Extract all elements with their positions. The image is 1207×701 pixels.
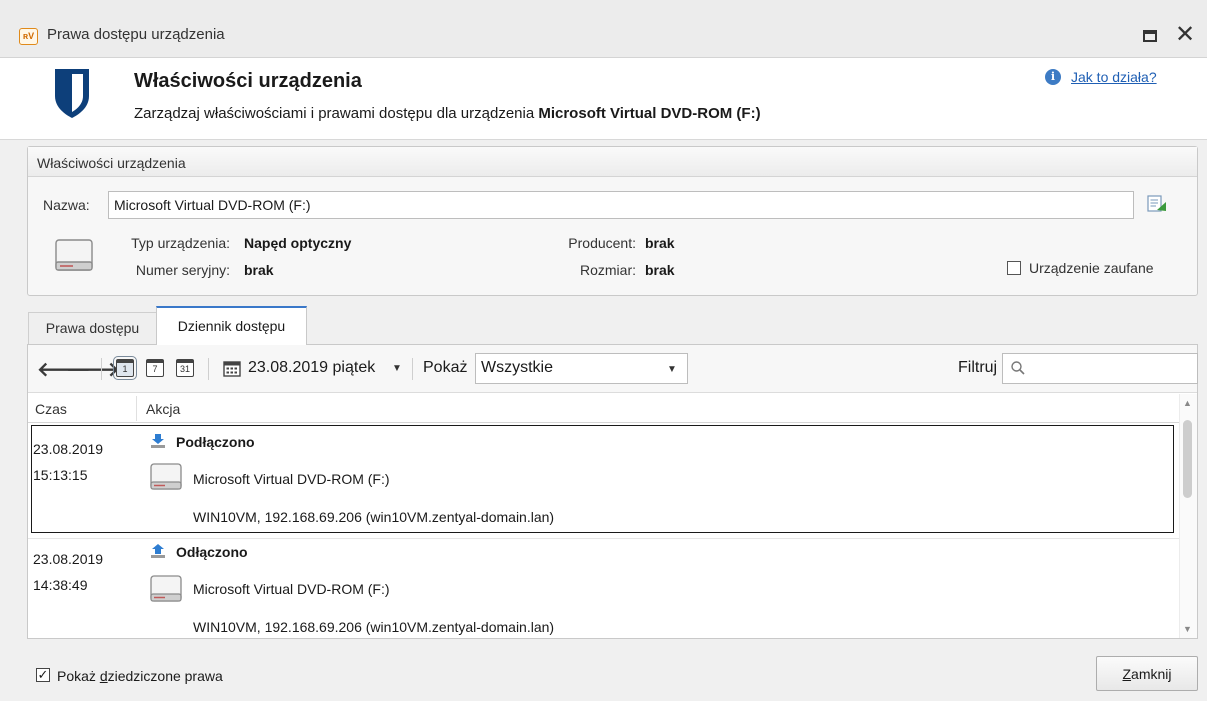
app-logo-icon: ʀV (19, 28, 38, 45)
date-picker-value[interactable]: 23.08.2019 piątek (248, 359, 375, 377)
tab-access-log[interactable]: Dziennik dostępu (156, 306, 307, 345)
chevron-down-icon[interactable]: ▼ (667, 364, 677, 375)
close-button[interactable]: Zamknij (1096, 656, 1198, 691)
row-host: WIN10VM, 192.168.69.206 (win10VM.zentyal… (193, 509, 555, 525)
column-header-action[interactable]: Akcja (146, 401, 180, 417)
search-icon (1011, 361, 1025, 375)
week-view-icon[interactable]: 7 (146, 359, 164, 377)
scrollbar-thumb[interactable] (1183, 420, 1192, 498)
show-inherited-checkbox[interactable]: ✓ (36, 668, 50, 682)
device-type-value: Napęd optyczny (244, 235, 352, 251)
row-date: 23.08.2019 (33, 551, 104, 567)
trusted-device-checkbox[interactable] (1007, 261, 1021, 275)
show-filter-value[interactable]: Wszystkie (481, 359, 553, 377)
row-time: 15:13:15 (33, 467, 88, 483)
optical-drive-icon (150, 575, 182, 602)
rename-icon[interactable] (1146, 194, 1168, 214)
toolbar-separator (101, 358, 102, 380)
log-list-header (28, 394, 1179, 423)
name-label: Nazwa: (43, 197, 90, 213)
device-type-label: Typ urządzenia: (131, 235, 230, 251)
page-subtitle: Zarządzaj właściwościami i prawami dostę… (134, 105, 761, 122)
row-action: Podłączono (176, 434, 255, 450)
column-header-time[interactable]: Czas (35, 401, 67, 417)
group-title: Właściwości urządzenia (37, 155, 186, 171)
filter-label: Filtruj (958, 359, 998, 376)
window-title: Prawa dostępu urządzenia (47, 26, 225, 43)
row-device: Microsoft Virtual DVD-ROM (F:) (193, 471, 390, 487)
help-link[interactable]: Jak to działa? (1071, 69, 1157, 85)
calendar-icon[interactable] (223, 360, 241, 377)
row-device: Microsoft Virtual DVD-ROM (F:) (193, 581, 390, 597)
tab-access-rights[interactable]: Prawa dostępu (28, 312, 157, 344)
shield-icon (55, 69, 89, 118)
close-window-button[interactable]: ✕ (1174, 23, 1196, 47)
button-label: amknij (1131, 665, 1172, 682)
disconnect-icon (151, 544, 165, 558)
subtitle-text: Zarządzaj właściwościami i prawami dostę… (134, 105, 539, 122)
device-name-input[interactable] (108, 191, 1134, 219)
trusted-device-label[interactable]: Urządzenie zaufane (1029, 260, 1154, 276)
row-divider (28, 538, 1179, 539)
row-host: WIN10VM, 192.168.69.206 (win10VM.zentyal… (193, 619, 555, 635)
group-header (28, 147, 1197, 177)
scroll-up-icon[interactable]: ▲ (1183, 398, 1192, 408)
info-icon[interactable]: i (1045, 69, 1061, 85)
producer-label: Producent: (568, 235, 636, 251)
accelerator-key: d (99, 668, 108, 684)
producer-value: brak (645, 235, 675, 251)
subtitle-device-name: Microsoft Virtual DVD-ROM (F:) (538, 105, 761, 122)
accelerator-key: Z (1122, 665, 1132, 682)
label-text: ziedziczone prawa (107, 668, 223, 684)
page-title: Właściwości urządzenia (134, 70, 362, 92)
serial-number-value: brak (244, 262, 274, 278)
column-divider[interactable] (136, 396, 137, 421)
day-view-icon[interactable]: 1 (113, 356, 137, 380)
label-text: Pokaż (57, 668, 100, 684)
show-filter-label: Pokaż (423, 359, 468, 376)
chevron-down-icon[interactable]: ▼ (392, 363, 402, 374)
scroll-down-icon[interactable]: ▼ (1183, 624, 1192, 634)
connect-icon (151, 434, 165, 448)
forward-arrow-icon[interactable]: 🡒 (66, 357, 120, 382)
serial-number-label: Numer seryjny: (135, 262, 230, 278)
row-date: 23.08.2019 (33, 441, 104, 457)
optical-drive-icon (150, 463, 182, 490)
show-inherited-label[interactable]: Pokaż dziedziczone prawa (57, 668, 223, 684)
row-action: Odłączono (176, 544, 248, 560)
size-label: Rozmiar: (579, 262, 636, 278)
filter-search-input[interactable] (1002, 353, 1198, 384)
maximize-icon (1143, 30, 1157, 42)
row-time: 14:38:49 (33, 577, 88, 593)
toolbar-separator (208, 358, 209, 380)
maximize-button[interactable] (1142, 28, 1158, 44)
size-value: brak (645, 262, 675, 278)
month-view-icon[interactable]: 31 (176, 359, 194, 377)
toolbar-separator (412, 358, 413, 380)
